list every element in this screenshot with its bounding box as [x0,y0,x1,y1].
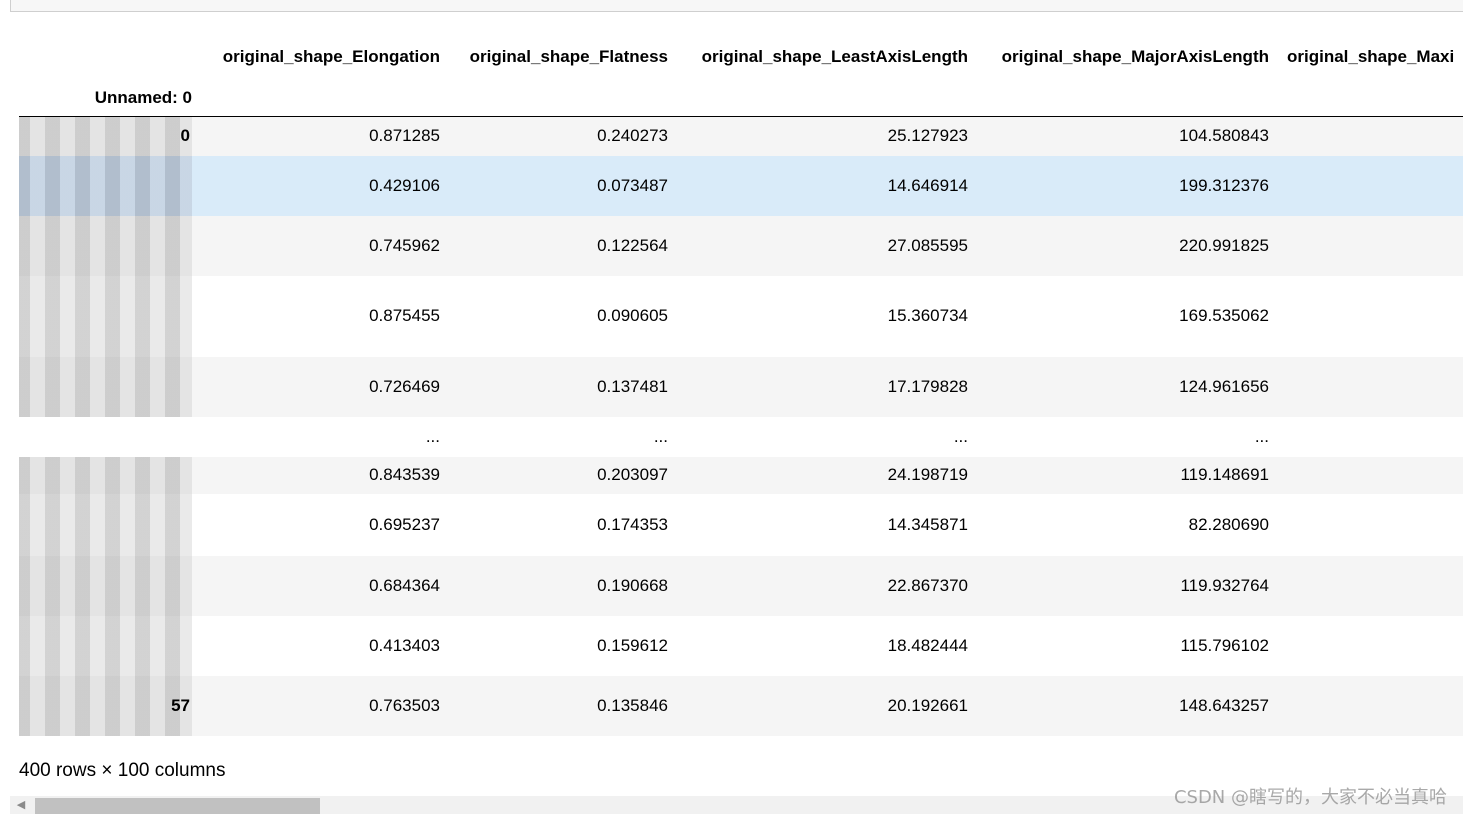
table-cell: 0.875455 [369,306,440,325]
table-cell: 119.932764 [968,555,1269,616]
redacted-mosaic [19,215,192,276]
scroll-left-arrow-icon[interactable]: ◀ [14,796,28,814]
column-header: original_shape_Flatness [469,47,668,66]
table-cell: 0.190668 [440,555,668,616]
row-index [19,215,192,276]
table-row: 0.695237 0.174353 14.345871 82.280690 [19,493,1463,556]
table-cell: 220.991825 [968,215,1269,276]
row-index: 0 [19,116,192,156]
row-index [19,555,192,616]
redacted-mosaic [19,356,192,417]
table-cell: 17.179828 [668,356,968,417]
column-header-row: original_shape_Elongation original_shape… [19,26,1463,88]
table-row: 57 0.763503 0.135846 20.192661 148.64325… [19,675,1463,736]
table-cell: 169.535062 [1179,306,1269,325]
table-cell: 22.867370 [668,555,968,616]
output-cell-top-border [10,0,1463,12]
table-cell: 199.312376 [968,155,1269,216]
table-row: 0.413403 0.159612 18.482444 115.796102 [19,615,1463,676]
redacted-mosaic [19,675,192,736]
row-index [19,155,192,216]
table-cell: 0.726469 [192,356,440,417]
csdn-watermark: CSDN @瞎写的，大家不必当真哈 [1173,787,1447,808]
table-cell: 0.159612 [597,635,668,655]
table-cell: 115.796102 [1180,635,1269,655]
table-cell: 0.871285 [192,116,440,156]
row-index [19,275,192,357]
row-index [19,456,192,494]
column-header: original_shape_LeastAxisLength [701,47,968,66]
table-cell: 0.137481 [440,356,668,417]
table-cell: ... [1254,426,1269,446]
row-index: 57 [19,675,192,736]
index-header-row: Unnamed: 0 [19,88,1463,117]
column-header: original_shape_Maxi [1287,47,1455,66]
table-cell: 0.135846 [440,675,668,736]
table-row: 0 0.871285 0.240273 25.127923 104.580843 [19,116,1463,156]
dataframe-table: original_shape_Elongation original_shape… [19,26,1463,736]
table-row: 0.745962 0.122564 27.085595 220.991825 [19,215,1463,276]
table-cell: 0.684364 [192,555,440,616]
table-cell: 0.413403 [369,635,440,655]
table-cell: 27.085595 [668,215,968,276]
table-row: 0.684364 0.190668 22.867370 119.932764 [19,555,1463,616]
table-cell: 148.643257 [968,675,1269,736]
table-row: 0.843539 0.203097 24.198719 119.148691 [19,456,1463,494]
table-row: 0.726469 0.137481 17.179828 124.961656 [19,356,1463,417]
table-cell: 20.192661 [668,675,968,736]
table-cell: 0.090605 [597,306,668,325]
table-cell: 0.429106 [192,155,440,216]
table-cell: 15.360734 [887,306,968,325]
table-cell: 119.148691 [968,456,1269,494]
table-row: 0.875455 0.090605 15.360734 169.535062 [19,275,1463,357]
row-index [19,417,192,457]
table-cell: 0.203097 [440,456,668,494]
table-cell: 0.073487 [440,155,668,216]
dataframe-output: original_shape_Elongation original_shape… [19,26,1463,736]
corner-header [19,26,192,88]
table-cell: 0.763503 [192,675,440,736]
table-cell: 14.646914 [668,155,968,216]
redacted-mosaic [19,615,192,676]
scrollbar-thumb[interactable] [35,798,320,814]
table-row-hovered: 0.429106 0.073487 14.646914 199.312376 [19,155,1463,216]
table-row-ellipsis: ... ... ... ... [19,417,1463,457]
redacted-mosaic [19,493,192,556]
table-cell: 124.961656 [968,356,1269,417]
row-index [19,356,192,417]
column-header: original_shape_Elongation [222,47,440,66]
redacted-mosaic [19,275,192,357]
table-cell: 82.280690 [1188,514,1269,534]
table-cell: 0.240273 [440,116,668,156]
table-cell: ... [425,426,440,446]
index-header: Unnamed: 0 [19,88,192,117]
table-cell: 25.127923 [668,116,968,156]
redacted-mosaic [19,456,192,494]
table-cell: 18.482444 [887,635,968,655]
table-cell: 104.580843 [968,116,1269,156]
table-cell: ... [653,426,668,446]
redacted-mosaic [19,555,192,616]
row-index [19,493,192,556]
table-cell: 0.122564 [440,215,668,276]
column-header: original_shape_MajorAxisLength [1001,47,1269,66]
table-cell: 0.745962 [192,215,440,276]
table-cell: 14.345871 [887,514,968,534]
table-cell: ... [953,426,968,446]
table-cell: 24.198719 [668,456,968,494]
table-cell: 0.843539 [192,456,440,494]
table-cell: 0.174353 [597,514,668,534]
redacted-mosaic [19,155,192,216]
redacted-mosaic [19,117,192,156]
table-cell: 0.695237 [369,514,440,534]
dataframe-shape-summary: 400 rows × 100 columns [19,760,226,781]
row-index [19,615,192,676]
